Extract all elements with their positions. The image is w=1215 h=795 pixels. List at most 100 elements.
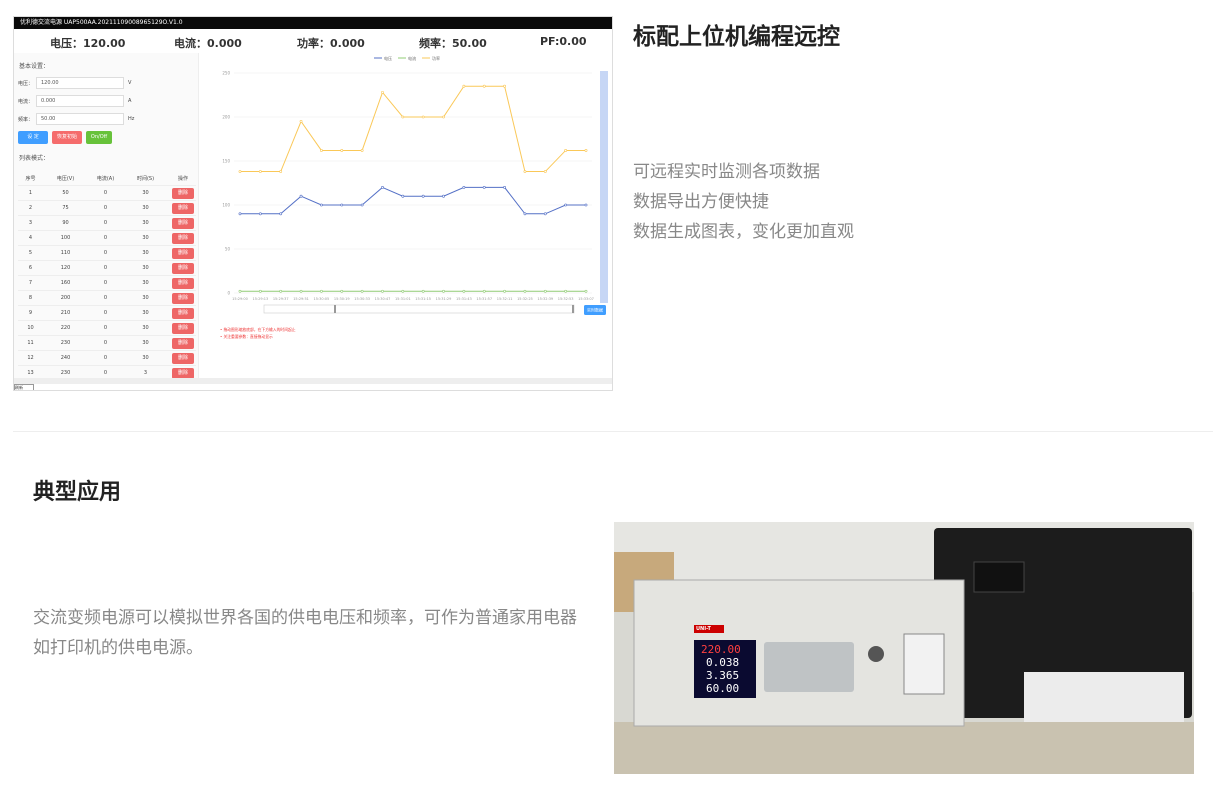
delete-button[interactable]: 删除 bbox=[172, 338, 194, 349]
data-point bbox=[584, 149, 588, 152]
table-cell: 220 bbox=[60, 325, 71, 331]
x-tick-label: 15:29:51 bbox=[293, 297, 309, 301]
zoom-slider[interactable] bbox=[263, 304, 575, 314]
delete-button[interactable]: 删除 bbox=[172, 308, 194, 319]
voltage-input[interactable]: 120.00 bbox=[36, 77, 124, 89]
line-chart[interactable]: 电压 电流 功率 250 200 150 100 50 015:29:00 15:29:13 15:… bbox=[204, 53, 612, 353]
data-point bbox=[482, 185, 486, 189]
delete-button[interactable]: 删除 bbox=[172, 263, 194, 274]
table-cell: 50 bbox=[62, 190, 69, 196]
table-row: 7 160 0 30 删除 bbox=[18, 276, 196, 291]
readout-bar: 电压：120.00 电流：0.000 功率：0.000 频率：50.00 PF:… bbox=[14, 29, 612, 51]
delete-button[interactable]: 删除 bbox=[172, 233, 194, 244]
vertical-scrollbar[interactable] bbox=[600, 71, 608, 303]
brand-logo: UNI-T bbox=[696, 626, 711, 632]
table-cell: 4 bbox=[28, 235, 33, 241]
y-tick-label: 0 bbox=[227, 291, 230, 296]
data-point bbox=[381, 90, 384, 94]
data-point bbox=[320, 289, 323, 293]
set-button[interactable]: 设 定 bbox=[18, 131, 48, 144]
legend-label[interactable]: 功率 bbox=[432, 55, 440, 61]
table-cell: 0 bbox=[103, 205, 108, 211]
realtime-button-label[interactable]: 实时数据 bbox=[587, 307, 603, 313]
table-row: 10 220 0 30 删除 bbox=[18, 321, 196, 336]
frequency-input[interactable]: 50.00 bbox=[36, 113, 124, 125]
frequency-unit: Hz bbox=[128, 116, 135, 122]
data-point bbox=[503, 289, 506, 293]
data-point bbox=[401, 115, 405, 119]
delete-button[interactable]: 删除 bbox=[172, 188, 194, 199]
data-point bbox=[421, 115, 425, 119]
x-tick-label: 15:30:47 bbox=[375, 297, 391, 301]
zoom-handle-right[interactable] bbox=[572, 305, 574, 313]
data-point bbox=[401, 194, 405, 198]
remote-point: 数据生成图表，变化更加直观 bbox=[633, 222, 854, 242]
table-cell: 0 bbox=[103, 280, 108, 286]
table-cell: 30 bbox=[142, 265, 149, 271]
application-text-line1: 交流变频电源可以模拟世界各国的供电电压和频率，可作为普通家用电器 bbox=[33, 608, 577, 628]
table-cell: 0 bbox=[103, 370, 108, 376]
table-cell: 30 bbox=[142, 355, 149, 361]
readout-frequency: 频率：50.00 bbox=[419, 37, 487, 50]
legend-label[interactable]: 电流 bbox=[408, 55, 416, 61]
table-cell: 160 bbox=[60, 280, 71, 286]
display-current: 0.038 bbox=[706, 656, 740, 669]
table-cell: 30 bbox=[142, 310, 149, 316]
zoom-handle-left[interactable] bbox=[334, 305, 336, 313]
readout-voltage: 电压：120.00 bbox=[50, 37, 126, 50]
table-row: 3 90 0 30 删除 bbox=[18, 216, 196, 231]
table-cell: 0 bbox=[103, 340, 108, 346]
table-row: 4 100 0 30 删除 bbox=[18, 231, 196, 246]
table-cell: 0 bbox=[103, 310, 108, 316]
readout-pf: PF:0.00 bbox=[540, 35, 587, 48]
data-point bbox=[238, 170, 242, 173]
table-cell: 30 bbox=[142, 220, 149, 226]
data-point bbox=[442, 289, 445, 293]
section-divider bbox=[13, 431, 1213, 432]
data-point bbox=[258, 170, 262, 173]
table-cell: 10 bbox=[27, 325, 34, 331]
data-point bbox=[320, 149, 323, 152]
delete-button[interactable]: 删除 bbox=[172, 353, 194, 364]
table-cell: 30 bbox=[142, 205, 149, 211]
data-point bbox=[584, 203, 588, 207]
display-power: 3.365 bbox=[706, 669, 740, 682]
reset-button[interactable]: 恢复初始 bbox=[52, 131, 82, 144]
table-header: 序号 电压(V) 电流(A) 时间(S) 操作 bbox=[18, 171, 196, 186]
data-point bbox=[482, 84, 486, 88]
data-point bbox=[543, 170, 547, 173]
table-cell: 30 bbox=[142, 280, 149, 286]
table-cell: 30 bbox=[142, 340, 149, 346]
list-mode-title: 列表模式： bbox=[19, 155, 50, 162]
table-cell: 30 bbox=[142, 295, 149, 301]
delete-button[interactable]: 删除 bbox=[172, 203, 194, 214]
delete-button[interactable]: 删除 bbox=[172, 323, 194, 334]
delete-button[interactable]: 删除 bbox=[172, 248, 194, 259]
table-cell: 2 bbox=[28, 205, 33, 211]
table-cell: 30 bbox=[142, 325, 149, 331]
delete-button[interactable]: 删除 bbox=[172, 278, 194, 289]
horizontal-scrollbar[interactable] bbox=[14, 378, 612, 384]
table-cell: 110 bbox=[60, 250, 71, 256]
data-point bbox=[543, 289, 547, 293]
data-point bbox=[258, 289, 262, 293]
legend-label[interactable]: 电压 bbox=[384, 55, 392, 61]
table-cell: 5 bbox=[28, 250, 33, 256]
data-point bbox=[421, 194, 425, 198]
data-point bbox=[462, 84, 466, 88]
x-tick-label: 15:30:05 bbox=[314, 297, 330, 301]
data-point bbox=[442, 194, 445, 198]
data-point bbox=[503, 84, 506, 88]
x-tick-label: 15:32:39 bbox=[537, 297, 553, 301]
on-off-button[interactable]: On/Off bbox=[86, 131, 112, 144]
table-cell: 240 bbox=[60, 355, 71, 361]
x-tick-label: 15:31:29 bbox=[436, 297, 452, 301]
table-cell: 0 bbox=[103, 220, 108, 226]
bottom-tab[interactable]: 刷新 bbox=[14, 384, 34, 390]
table-cell: 3 bbox=[143, 370, 148, 376]
current-input[interactable]: 0.000 bbox=[36, 95, 124, 107]
delete-button[interactable]: 删除 bbox=[172, 218, 194, 229]
data-point bbox=[381, 185, 384, 189]
data-point bbox=[360, 289, 364, 293]
delete-button[interactable]: 删除 bbox=[172, 293, 194, 304]
